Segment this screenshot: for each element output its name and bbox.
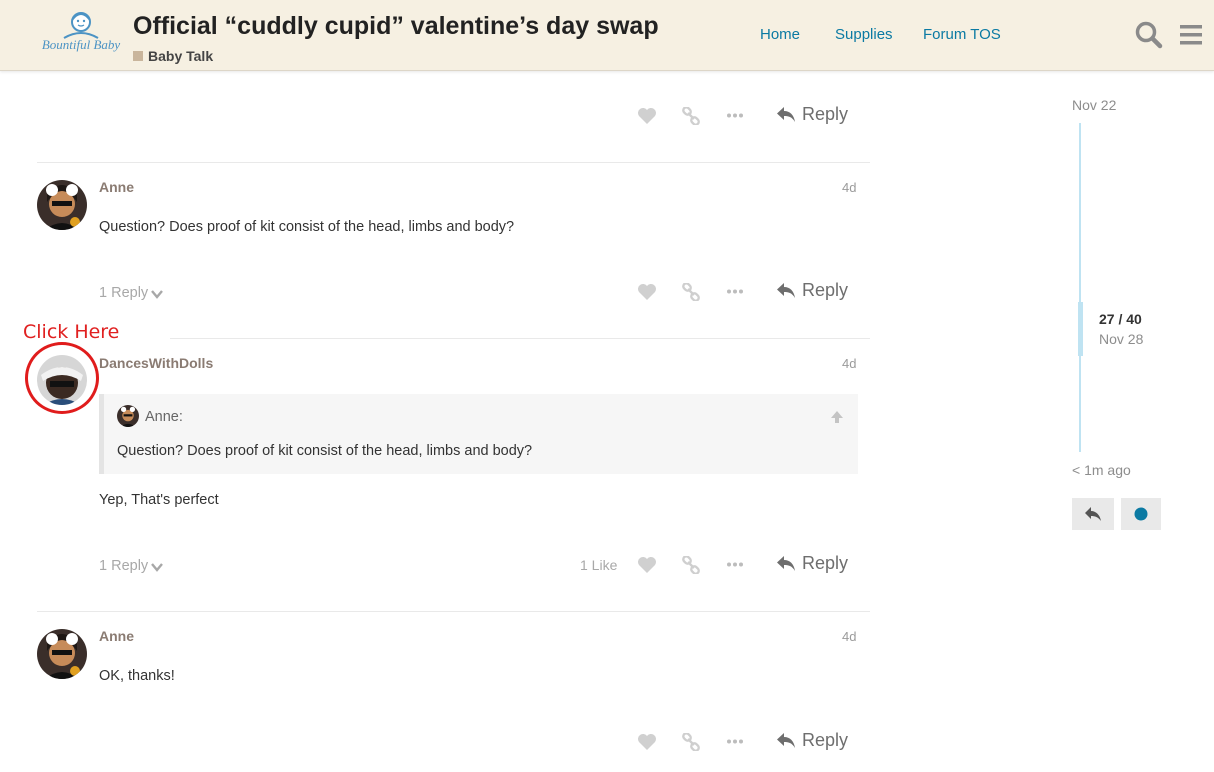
chevron-down-icon: [151, 290, 164, 299]
like-count[interactable]: 1 Like: [580, 557, 617, 573]
tracking-dot-icon: [1134, 507, 1148, 521]
replies-count: 1 Reply: [99, 558, 149, 574]
post-actions: Reply: [560, 728, 860, 758]
replies-toggle[interactable]: 1 Reply: [99, 558, 164, 574]
ellipsis-icon[interactable]: [727, 289, 743, 294]
reply-label: Reply: [802, 280, 849, 300]
reply-button[interactable]: Reply: [776, 553, 848, 574]
nav-forum-tos-link[interactable]: Forum TOS: [923, 26, 1001, 43]
reply-arrow-icon: [777, 556, 795, 571]
quoted-post: Anne: Question? Does proof of kit consis…: [99, 394, 858, 474]
link-icon[interactable]: [682, 283, 700, 301]
reply-label: Reply: [802, 730, 849, 750]
reply-arrow-icon: [777, 107, 795, 122]
replies-toggle[interactable]: 1 Reply: [99, 285, 164, 301]
reply-arrow-icon: [777, 733, 795, 748]
post-divider: [170, 338, 870, 339]
post-date[interactable]: 4d: [842, 629, 856, 644]
ellipsis-icon[interactable]: [727, 113, 743, 118]
notification-level-button[interactable]: [1121, 498, 1161, 530]
timeline-handle[interactable]: [1078, 302, 1083, 356]
heart-icon[interactable]: [637, 556, 657, 574]
timeline-position: 27 / 40: [1099, 311, 1142, 327]
replies-count: 1 Reply: [99, 285, 149, 301]
chevron-down-icon: [151, 563, 164, 572]
timeline-scrollbar[interactable]: [1079, 123, 1081, 452]
reply-arrow-icon: [1085, 507, 1101, 521]
quote-text: Question? Does proof of kit consist of t…: [117, 443, 533, 459]
topic-title[interactable]: Official “cuddly cupid” valentine’s day …: [133, 12, 659, 41]
post-author[interactable]: DancesWithDolls: [99, 355, 213, 371]
search-icon[interactable]: [1134, 20, 1164, 50]
post-body: Yep, That's perfect: [99, 492, 219, 508]
click-here-annotation: Click Here: [23, 321, 120, 343]
logo-text: Bountiful Baby: [41, 37, 121, 52]
avatar-anne[interactable]: [37, 180, 87, 230]
post-divider: [37, 162, 870, 163]
heart-icon[interactable]: [637, 107, 657, 125]
site-header: Bountiful Baby Official “cuddly cupid” v…: [0, 0, 1214, 71]
timeline-start-date[interactable]: Nov 22: [1072, 97, 1116, 113]
link-icon[interactable]: [682, 733, 700, 751]
post-date[interactable]: 4d: [842, 180, 856, 195]
post-body: OK, thanks!: [99, 668, 175, 684]
ellipsis-icon[interactable]: [727, 562, 743, 567]
reply-button[interactable]: Reply: [776, 730, 848, 751]
post-divider: [37, 611, 870, 612]
reply-label: Reply: [802, 553, 849, 573]
click-here-circle: [25, 342, 99, 414]
category-badge[interactable]: Baby Talk: [133, 48, 213, 64]
site-logo[interactable]: Bountiful Baby: [34, 10, 128, 60]
reply-button[interactable]: Reply: [776, 104, 848, 125]
heart-icon[interactable]: [637, 733, 657, 751]
quote-avatar[interactable]: [117, 405, 139, 427]
reply-arrow-icon: [777, 283, 795, 298]
timeline-end-label[interactable]: < 1m ago: [1072, 462, 1131, 478]
post-author[interactable]: Anne: [99, 179, 134, 195]
link-icon[interactable]: [682, 556, 700, 574]
post-date[interactable]: 4d: [842, 356, 856, 371]
quote-author[interactable]: Anne:: [145, 409, 183, 425]
post-actions: 1 Like Reply: [560, 551, 860, 581]
reply-button[interactable]: Reply: [776, 280, 848, 301]
hamburger-menu-icon[interactable]: [1178, 20, 1208, 50]
category-color-swatch: [133, 51, 143, 61]
category-name: Baby Talk: [148, 48, 214, 64]
nav-home-link[interactable]: Home: [760, 26, 800, 43]
post-actions: Reply: [560, 102, 860, 132]
post-body: Question? Does proof of kit consist of t…: [99, 219, 515, 235]
baby-logo-icon: [63, 12, 99, 39]
arrow-up-icon[interactable]: [830, 410, 844, 429]
ellipsis-icon[interactable]: [727, 739, 743, 744]
reply-label: Reply: [802, 104, 849, 124]
timeline-reply-button[interactable]: [1072, 498, 1114, 530]
avatar-anne[interactable]: [37, 629, 87, 679]
nav-supplies-link[interactable]: Supplies: [835, 26, 893, 43]
timeline-current-date: Nov 28: [1099, 331, 1144, 347]
link-icon[interactable]: [682, 107, 700, 125]
post-actions: Reply: [560, 278, 860, 308]
heart-icon[interactable]: [637, 283, 657, 301]
post-author[interactable]: Anne: [99, 628, 134, 644]
